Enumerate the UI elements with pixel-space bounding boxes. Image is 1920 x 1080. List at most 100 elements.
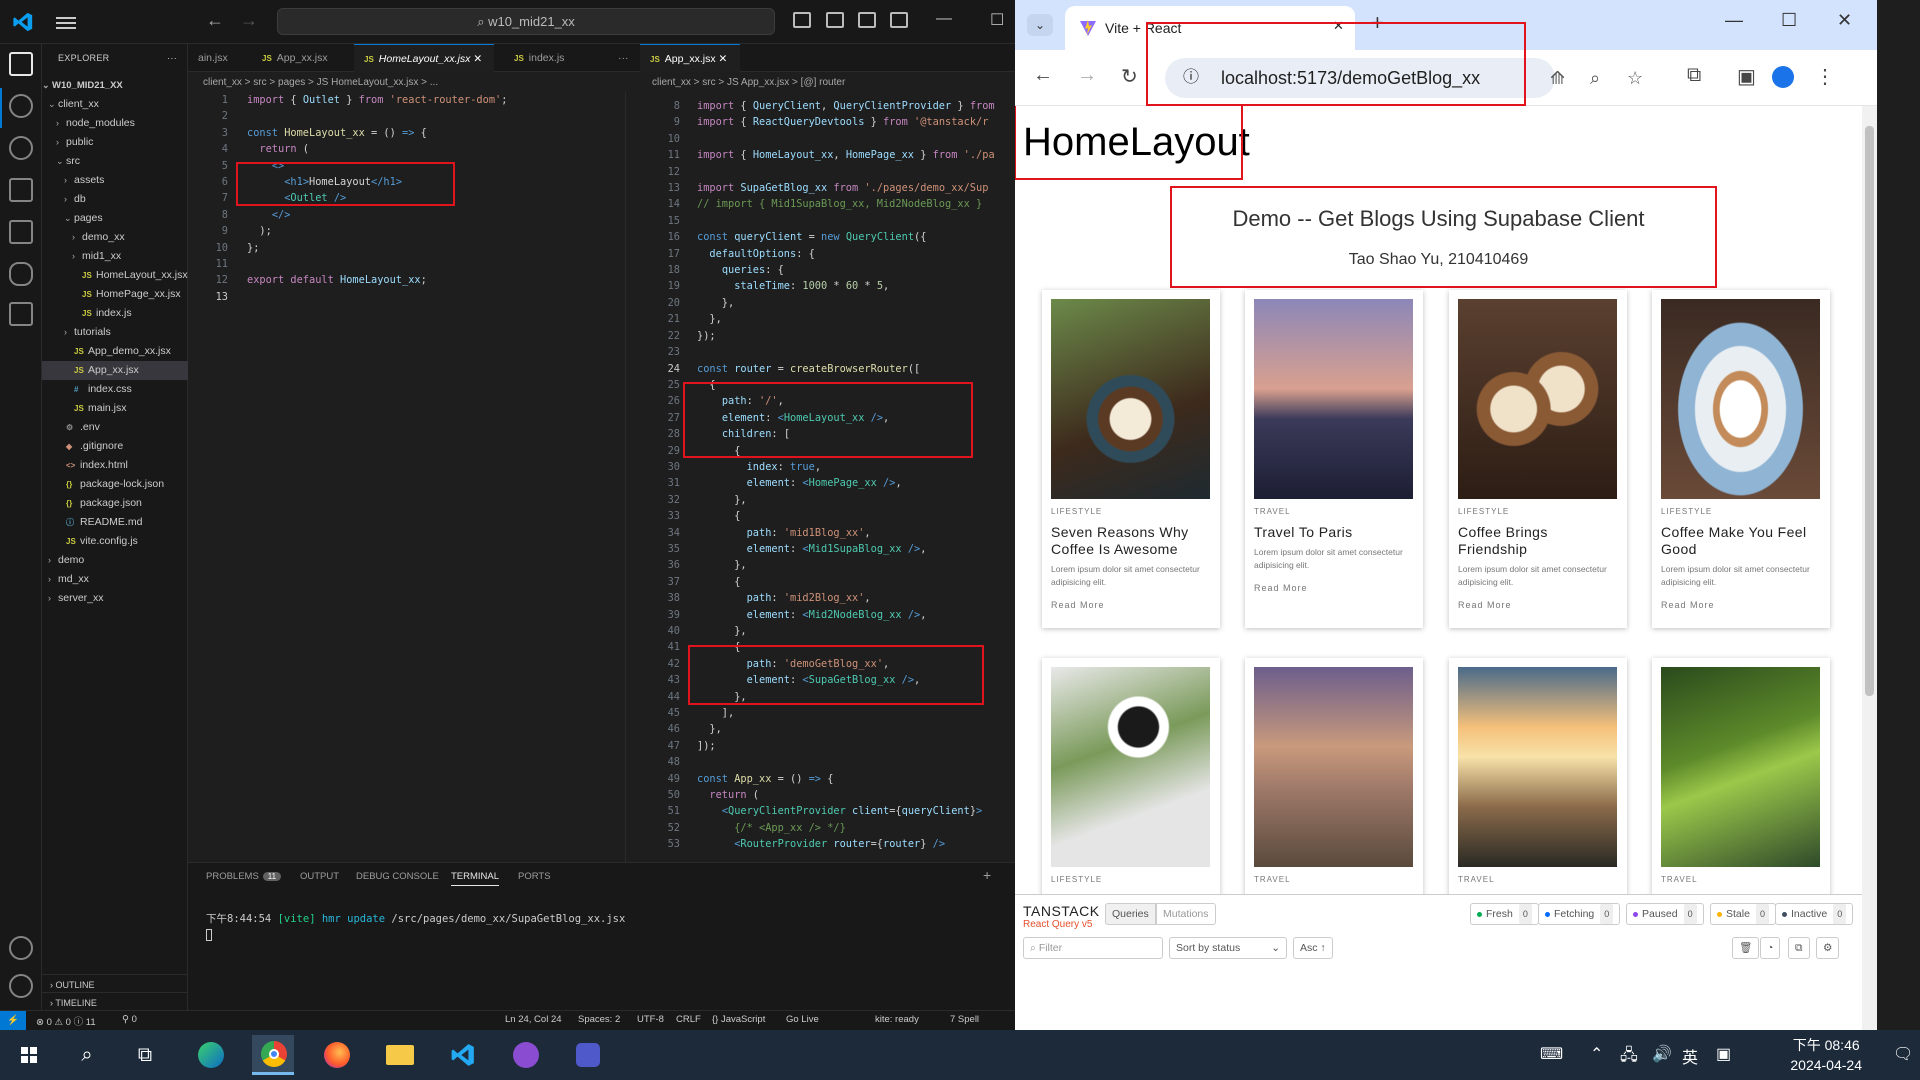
status-filter-paused[interactable]: Paused 0 bbox=[1626, 903, 1704, 925]
tree-folder[interactable]: › demo_xx bbox=[42, 228, 188, 247]
maximize-icon[interactable]: ☐ bbox=[990, 10, 1004, 30]
status-filter-stale[interactable]: Stale 0 bbox=[1710, 903, 1776, 925]
terminal-output[interactable]: 下午8:44:54 [vite] hmr update /src/pages/d… bbox=[206, 911, 625, 944]
tree-file[interactable]: JS App_xx.jsx bbox=[42, 361, 188, 380]
source-control-icon[interactable] bbox=[9, 136, 33, 160]
accounts-icon[interactable] bbox=[9, 936, 33, 960]
customize-layout-icon[interactable] bbox=[890, 12, 908, 28]
left-minimap[interactable] bbox=[625, 92, 637, 862]
side-panel-icon[interactable]: ▣ bbox=[1737, 64, 1756, 89]
tab-main[interactable]: ain.jsx bbox=[188, 44, 228, 72]
zoom-icon[interactable]: ⌕ bbox=[1590, 58, 1600, 98]
read-more-link[interactable]: Read More bbox=[1661, 600, 1715, 610]
status-filter-fetching[interactable]: Fetching 0 bbox=[1538, 903, 1621, 925]
open-panel-icon[interactable]: ⧉ bbox=[1788, 937, 1810, 959]
notifications-icon[interactable]: 🗨 bbox=[1893, 1044, 1913, 1064]
run-debug-icon[interactable] bbox=[9, 178, 33, 202]
tree-folder[interactable]: › md_xx bbox=[42, 570, 188, 589]
go-live[interactable]: Go Live bbox=[786, 1014, 819, 1025]
problems-status[interactable]: ⊗ 0 ⚠ 0 ⓘ 11 bbox=[36, 1014, 96, 1028]
blog-card[interactable]: LIFESTYLE Coffee Brings Friendship Lorem i… bbox=[1449, 290, 1627, 628]
new-tab-icon[interactable]: + bbox=[1371, 10, 1384, 36]
order-toggle[interactable]: Asc ↑ bbox=[1293, 937, 1333, 959]
tab-ports[interactable]: PORTS bbox=[518, 871, 551, 882]
windows-start-icon[interactable] bbox=[8, 1035, 50, 1075]
python-icon[interactable] bbox=[9, 262, 33, 286]
ports-status[interactable]: ⚲ 0 bbox=[122, 1014, 137, 1025]
chrome-tab-vite[interactable]: Vite + React ✕ bbox=[1065, 6, 1355, 50]
extensions-icon[interactable] bbox=[9, 220, 33, 244]
tree-file[interactable]: # index.css bbox=[42, 380, 188, 399]
toggle-secondary-sidebar-icon[interactable] bbox=[858, 12, 876, 28]
close-tab-icon[interactable]: ✕ bbox=[473, 53, 482, 65]
teams-icon[interactable] bbox=[567, 1035, 609, 1075]
blog-card[interactable]: TRAVEL bbox=[1245, 658, 1423, 918]
status-filter-fresh[interactable]: Fresh 0 bbox=[1470, 903, 1539, 925]
command-center-search[interactable]: ⌕ w10_mid21_xx bbox=[277, 8, 775, 35]
clock[interactable]: 下午 08:46 2024-04-24 bbox=[1790, 1035, 1862, 1075]
read-more-link[interactable]: Read More bbox=[1051, 600, 1105, 610]
spell-status[interactable]: 7 Spell bbox=[950, 1014, 979, 1025]
input-indicator-icon[interactable]: ⌨ bbox=[1540, 1044, 1563, 1064]
tree-folder[interactable]: ⌄ src bbox=[42, 152, 188, 171]
site-info-icon[interactable]: ⓘ bbox=[1183, 58, 1199, 98]
tree-folder[interactable]: › node_modules bbox=[42, 114, 188, 133]
network-icon[interactable]: 🖧 bbox=[1620, 1044, 1638, 1071]
tree-file[interactable]: ◆ .gitignore bbox=[42, 437, 188, 456]
vscode-logo-icon[interactable] bbox=[12, 11, 34, 33]
show-hidden-icons-icon[interactable]: ⌃ bbox=[1590, 1044, 1603, 1064]
back-arrow-icon[interactable]: ← bbox=[206, 10, 224, 31]
blog-card[interactable]: TRAVEL bbox=[1652, 658, 1830, 918]
blog-card[interactable]: LIFESTYLE Seven Reasons Why Coffee Is Awe… bbox=[1042, 290, 1220, 628]
tab-output[interactable]: OUTPUT bbox=[300, 871, 339, 882]
tree-file[interactable]: JS HomeLayout_xx.jsx bbox=[42, 266, 188, 285]
tab-app-active[interactable]: JS App_xx.jsx ✕ bbox=[640, 44, 740, 72]
remote-explorer-icon[interactable] bbox=[9, 302, 33, 326]
tree-file[interactable]: JS HomePage_xx.jsx bbox=[42, 285, 188, 304]
new-terminal-icon[interactable]: + bbox=[983, 867, 991, 883]
blog-card[interactable]: TRAVEL bbox=[1449, 658, 1627, 918]
blog-card[interactable]: LIFESTYLE Coffee Make You Feel Good Lorem … bbox=[1652, 290, 1830, 628]
queries-tab[interactable]: Queries bbox=[1105, 903, 1156, 925]
workspace-root[interactable]: ⌄ W10_MID21_XX bbox=[42, 76, 188, 95]
tree-file[interactable]: JS App_demo_xx.jsx bbox=[42, 342, 188, 361]
address-bar[interactable]: ⓘ localhost:5173/demoGetBlog_xx ⟰ ⌕ ☆ bbox=[1165, 58, 1643, 98]
cursor-position[interactable]: Ln 24, Col 24 bbox=[505, 1014, 562, 1025]
tree-file[interactable]: JS main.jsx bbox=[42, 399, 188, 418]
devtools-settings-icon[interactable]: ⚙ bbox=[1816, 937, 1840, 959]
tree-folder[interactable]: › server_xx bbox=[42, 589, 188, 608]
task-view-icon[interactable]: ⧉ bbox=[124, 1035, 166, 1075]
tab-terminal[interactable]: TERMINAL bbox=[451, 871, 500, 886]
timeline-section[interactable]: › TIMELINE bbox=[42, 992, 188, 1012]
left-code-editor[interactable]: import { Outlet } from 'react-router-dom… bbox=[247, 92, 507, 289]
minimize-icon[interactable]: — bbox=[1725, 10, 1743, 31]
search-icon[interactable]: ⌕ bbox=[66, 1035, 108, 1075]
tree-file[interactable]: JS index.js bbox=[42, 304, 188, 323]
toggle-sidebar-icon[interactable] bbox=[793, 12, 811, 28]
clear-cache-icon[interactable]: 🗑 bbox=[1732, 937, 1760, 959]
tree-folder[interactable]: › db bbox=[42, 190, 188, 209]
tree-folder[interactable]: › mid1_xx bbox=[42, 247, 188, 266]
left-breadcrumb[interactable]: client_xx > src > pages > JS HomeLayout_… bbox=[203, 74, 438, 92]
tree-folder[interactable]: › tutorials bbox=[42, 323, 188, 342]
search-activity-icon[interactable] bbox=[9, 94, 33, 118]
language-mode[interactable]: {} JavaScript bbox=[712, 1014, 765, 1025]
devtools-filter-input[interactable]: ⌕ Filter bbox=[1023, 937, 1163, 959]
kite-status[interactable]: kite: ready bbox=[875, 1014, 919, 1025]
status-filter-inactive[interactable]: Inactive 0 bbox=[1775, 903, 1854, 925]
maximize-icon[interactable]: ☐ bbox=[1781, 10, 1797, 31]
minimize-icon[interactable]: — bbox=[936, 10, 952, 28]
tree-file[interactable]: ⚙ .env bbox=[42, 418, 188, 437]
close-tab-icon[interactable]: ✕ bbox=[1333, 18, 1344, 34]
chrome-menu-icon[interactable]: ⋮ bbox=[1815, 64, 1835, 89]
mutations-tab[interactable]: Mutations bbox=[1156, 903, 1216, 925]
tab-homelayout[interactable]: JS HomeLayout_xx.jsx ✕ bbox=[354, 44, 494, 72]
bookmark-star-icon[interactable]: ☆ bbox=[1627, 58, 1643, 98]
tree-folder[interactable]: › demo bbox=[42, 551, 188, 570]
reload-icon[interactable]: ↻ bbox=[1121, 64, 1138, 89]
read-more-link[interactable]: Read More bbox=[1254, 583, 1308, 593]
tree-folder[interactable]: ⌄ pages bbox=[42, 209, 188, 228]
forward-icon[interactable]: → bbox=[1077, 64, 1097, 87]
tab-problems[interactable]: PROBLEMS 11 bbox=[206, 871, 282, 882]
encoding[interactable]: UTF-8 bbox=[637, 1014, 664, 1025]
